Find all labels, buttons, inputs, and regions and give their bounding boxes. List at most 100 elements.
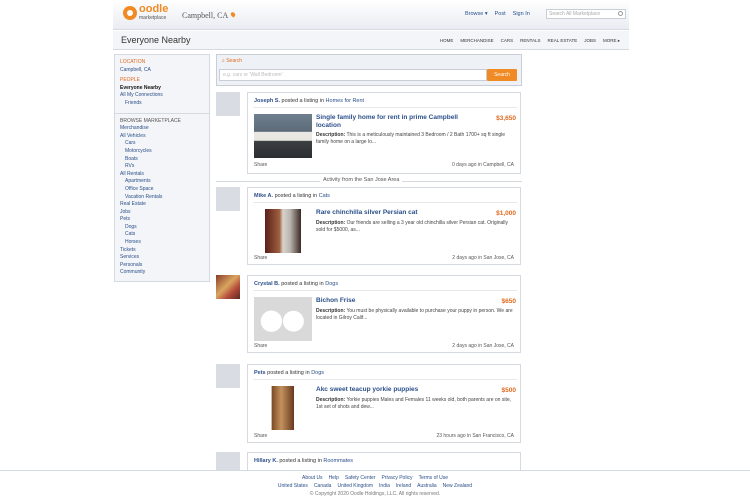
footer-privacy[interactable]: Privacy Policy xyxy=(381,474,412,482)
cat-merchandise[interactable]: MERCHANDISE xyxy=(460,38,493,44)
footer-country[interactable]: United States xyxy=(278,482,308,490)
avatar[interactable] xyxy=(216,364,240,388)
nav-browse[interactable]: Browse ▾ xyxy=(465,11,488,17)
avatar[interactable] xyxy=(216,187,240,211)
site-header: oodle marketplace Campbell, CA Browse ▾ … xyxy=(113,0,629,30)
sidebar-item-community[interactable]: Community xyxy=(120,269,204,277)
avatar[interactable] xyxy=(216,275,240,299)
sidebar-item-horses[interactable]: Horses xyxy=(120,239,204,247)
listing-thumbnail[interactable] xyxy=(254,297,312,341)
share-link[interactable]: Share xyxy=(254,343,267,349)
sidebar-item-rvs[interactable]: RVs xyxy=(120,163,204,171)
search-input[interactable]: e.g. cars or 'Wall Bedroom' xyxy=(219,69,487,81)
listing-category[interactable]: Dogs xyxy=(311,370,324,376)
listing-category[interactable]: Dogs xyxy=(325,281,338,287)
listing-title[interactable]: Single family home for rent in prime Cam… xyxy=(316,114,481,130)
listing-card: Hillary K. posted a listing in Roommates xyxy=(247,452,521,472)
people-everyone-nearby[interactable]: Everyone Nearby xyxy=(120,85,204,93)
footer-country[interactable]: Australia xyxy=(417,482,436,490)
sidebar-item-pets[interactable]: Pets xyxy=(120,216,204,224)
search-button[interactable]: Search xyxy=(487,69,517,81)
sidebar-item-services[interactable]: Services xyxy=(120,254,204,262)
people-all-connections[interactable]: All My Connections xyxy=(120,92,204,100)
sidebar-item-merchandise[interactable]: Merchandise xyxy=(120,125,204,133)
sidebar-divider xyxy=(115,112,209,114)
sidebar-item-office-space[interactable]: Office Space xyxy=(120,186,204,194)
listing-timestamp: 2 days ago in San Jose, CA xyxy=(452,343,514,349)
share-link[interactable]: Share xyxy=(254,433,267,439)
sidebar-item-apartments[interactable]: Apartments xyxy=(120,178,204,186)
listing-category[interactable]: Cats xyxy=(319,193,330,199)
oodle-logo-icon[interactable] xyxy=(123,6,137,20)
footer-help[interactable]: Help xyxy=(329,474,339,482)
listing-title[interactable]: Bichon Frise xyxy=(316,297,481,305)
logo-text[interactable]: oodle xyxy=(139,4,168,15)
sidebar-item-motorcycles[interactable]: Motorcycles xyxy=(120,148,204,156)
listing-title[interactable]: Rare chinchilla silver Persian cat xyxy=(316,209,481,217)
listing-timestamp: 0 days ago in Campbell, CA xyxy=(452,162,514,168)
poster-name[interactable]: Crystal B. xyxy=(254,281,280,287)
share-link[interactable]: Share xyxy=(254,255,267,261)
footer-country[interactable]: Ireland xyxy=(396,482,411,490)
listing-body: Bichon Frise $650 Description: You must … xyxy=(253,290,517,342)
poster-name[interactable]: Hillary K. xyxy=(254,458,278,464)
sidebar-item-tickets[interactable]: Tickets xyxy=(120,247,204,255)
browse-list: Merchandise All Vehicles Cars Motorcycles Bo… xyxy=(120,125,204,277)
footer-safety[interactable]: Safety Center xyxy=(345,474,376,482)
sidebar-item-boats[interactable]: Boats xyxy=(120,156,204,164)
search-icon[interactable] xyxy=(618,11,623,16)
listing-title[interactable]: Akc sweet teacup yorkie puppies xyxy=(316,386,481,394)
sidebar-item-all-vehicles[interactable]: All Vehicles xyxy=(120,133,204,141)
share-link[interactable]: Share xyxy=(254,162,267,168)
listing-poster-line: Mike A. posted a listing in Cats xyxy=(254,193,330,199)
cat-home[interactable]: HOME xyxy=(440,38,454,44)
listing-category[interactable]: Homes for Rent xyxy=(326,98,365,104)
footer-country[interactable]: India xyxy=(379,482,390,490)
sidebar-item-all-rentals[interactable]: All Rentals xyxy=(120,171,204,179)
footer-terms[interactable]: Terms of Use xyxy=(419,474,448,482)
footer-about[interactable]: About Us xyxy=(302,474,323,482)
sidebar-item-jobs[interactable]: Jobs xyxy=(120,209,204,217)
listing-thumbnail[interactable] xyxy=(265,209,301,253)
poster-name[interactable]: Joseph S. xyxy=(254,98,280,104)
listing-body: Akc sweet teacup yorkie puppies $500 Des… xyxy=(253,379,517,431)
location-selector[interactable]: Campbell, CA xyxy=(182,11,228,20)
poster-name[interactable]: Mike A. xyxy=(254,193,273,199)
cat-cars[interactable]: CARS xyxy=(501,38,514,44)
footer-country[interactable]: New Zealand xyxy=(443,482,472,490)
sidebar-item-personals[interactable]: Personals xyxy=(120,262,204,270)
search-panel: ⌕ Search e.g. cars or 'Wall Bedroom' Sea… xyxy=(216,54,522,86)
location-pin-icon[interactable] xyxy=(229,11,237,18)
cat-real-estate[interactable]: REAL ESTATE xyxy=(548,38,578,44)
listing-description: Description: Yorkie puppies Males and Fe… xyxy=(316,397,512,410)
location-value[interactable]: Campbell, CA xyxy=(120,67,204,75)
sidebar-item-real-estate[interactable]: Real Estate xyxy=(120,201,204,209)
listing-category[interactable]: Roommates xyxy=(323,458,353,464)
area-divider-text: Activity from the San Jose Area xyxy=(320,177,403,183)
location-label: LOCATION xyxy=(120,59,146,65)
avatar[interactable] xyxy=(216,92,240,116)
poster-name[interactable]: Pets xyxy=(254,370,266,376)
people-friends[interactable]: Friends xyxy=(120,100,204,108)
listing-card: Mike A. posted a listing in Cats Rare ch… xyxy=(247,187,521,265)
header-search-placeholder: Search All Marketplace xyxy=(549,11,601,17)
page-title: Everyone Nearby xyxy=(121,35,191,45)
listing-timestamp: 23 hours ago in San Francisco, CA xyxy=(436,433,514,439)
area-divider: Activity from the San Jose Area xyxy=(216,177,522,185)
listing-thumbnail[interactable] xyxy=(254,114,312,158)
footer-country[interactable]: United Kingdom xyxy=(337,482,373,490)
sidebar-item-dogs[interactable]: Dogs xyxy=(120,224,204,232)
listing-card: Pets posted a listing in Dogs Akc sweet … xyxy=(247,364,521,443)
sidebar-item-cats[interactable]: Cats xyxy=(120,231,204,239)
cat-jobs[interactable]: JOBS xyxy=(584,38,596,44)
nav-post[interactable]: Post xyxy=(495,11,506,17)
cat-more[interactable]: MORE ▸ xyxy=(603,38,620,44)
nav-sign-in[interactable]: Sign In xyxy=(513,11,530,17)
sidebar-item-vacation-rentals[interactable]: Vacation Rentals xyxy=(120,194,204,202)
sub-header: Everyone Nearby HOME MERCHANDISE CARS RE… xyxy=(113,31,629,50)
listing-thumbnail[interactable] xyxy=(265,386,301,430)
header-search-input[interactable]: Search All Marketplace xyxy=(546,9,626,19)
footer-country[interactable]: Canada xyxy=(314,482,332,490)
cat-rentals[interactable]: RENTALS xyxy=(520,38,540,44)
sidebar-item-cars[interactable]: Cars xyxy=(120,140,204,148)
